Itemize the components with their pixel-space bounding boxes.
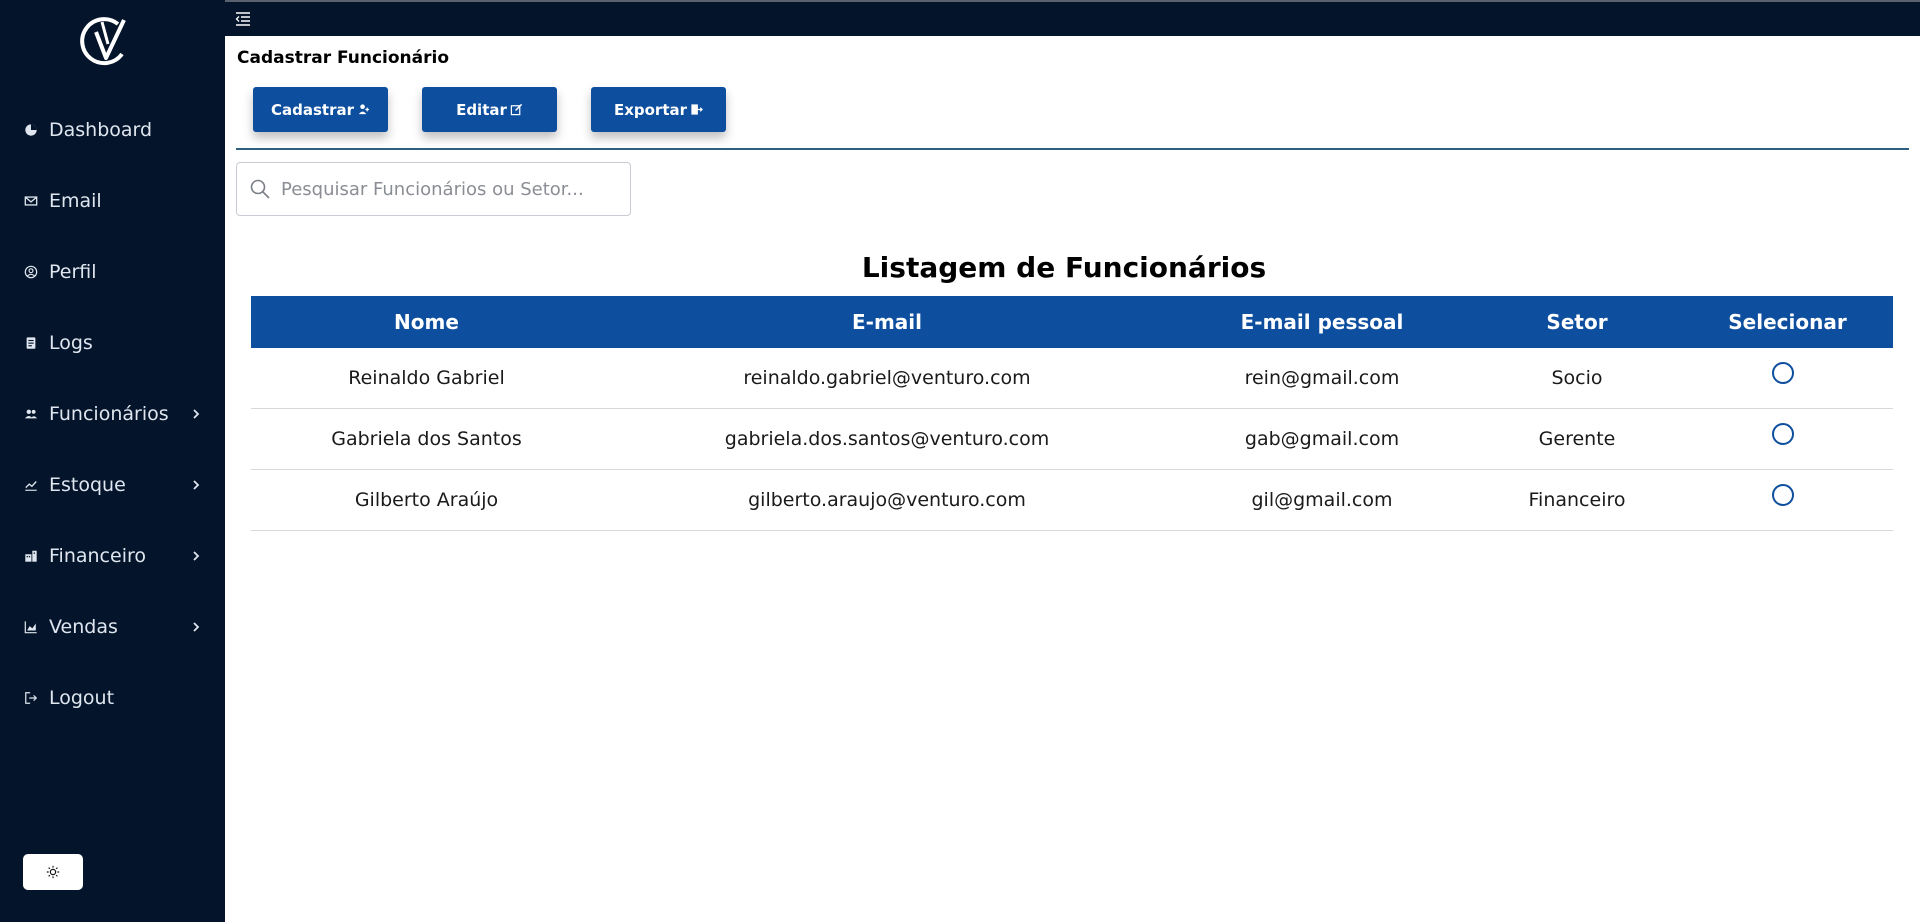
divider <box>236 148 1909 150</box>
sidebar: Dashboard Email Perfil Logs Funcionários <box>0 0 225 922</box>
sidebar-item-label: Logs <box>49 331 93 354</box>
edit-icon <box>510 103 523 116</box>
sidebar-item-logout[interactable]: Logout <box>0 662 225 733</box>
top-bar <box>225 0 1920 36</box>
cadastrar-label: Cadastrar <box>270 100 354 119</box>
cell-setor: Gerente <box>1538 428 1616 450</box>
sidebar-item-label: Financeiro <box>49 544 146 567</box>
menu-toggle-icon[interactable] <box>234 10 252 28</box>
mail-icon <box>23 193 39 209</box>
cell-nome: Gabriela dos Santos <box>331 428 522 450</box>
venturo-logo[interactable] <box>78 14 132 70</box>
building-icon <box>23 548 39 564</box>
cell-nome: Reinaldo Gabriel <box>348 367 505 389</box>
sidebar-item-label: Email <box>49 189 102 212</box>
cell-selecionar <box>1682 409 1893 469</box>
sidebar-item-label: Perfil <box>49 260 97 283</box>
file-icon <box>23 335 39 351</box>
editar-label: Editar <box>456 100 507 119</box>
select-radio[interactable] <box>1771 362 1794 384</box>
cell-email: gilberto.araujo@venturo.com <box>748 489 1026 511</box>
sidebar-item-label: Dashboard <box>49 118 153 141</box>
sidebar-item-vendas[interactable]: Vendas <box>0 591 225 662</box>
cell-email: reinaldo.gabriel@venturo.com <box>743 367 1031 389</box>
sidebar-item-email[interactable]: Email <box>0 165 225 236</box>
exportar-label: Exportar <box>613 100 688 119</box>
page-title: Cadastrar Funcionário <box>237 48 450 68</box>
sidebar-nav: Dashboard Email Perfil Logs Funcionários <box>0 94 225 733</box>
logout-icon <box>23 690 39 706</box>
cell-setor: Socio <box>1551 367 1603 389</box>
chevron-right-icon <box>193 621 200 632</box>
select-radio[interactable] <box>1771 423 1794 445</box>
main-content: Cadastrar Funcionário Cadastrar Editar E… <box>225 36 1920 922</box>
cell-selecionar <box>1682 348 1893 408</box>
pie-chart-icon <box>23 122 39 138</box>
user-circle-icon <box>23 264 39 280</box>
sidebar-item-estoque[interactable]: Estoque <box>0 449 225 520</box>
table-row: Gabriela dos Santos gabriela.dos.santos@… <box>251 409 1893 470</box>
sidebar-item-financeiro[interactable]: Financeiro <box>0 520 225 591</box>
export-file-icon <box>691 104 703 115</box>
editar-button[interactable]: Editar <box>422 87 557 132</box>
sidebar-item-perfil[interactable]: Perfil <box>0 236 225 307</box>
cell-setor: Financeiro <box>1528 489 1626 511</box>
theme-toggle-button[interactable] <box>23 854 83 890</box>
bar-chart-icon <box>23 619 39 635</box>
users-icon <box>23 406 39 422</box>
sidebar-item-label: Estoque <box>49 473 126 496</box>
user-add-icon <box>358 104 370 115</box>
table-row: Reinaldo Gabriel reinaldo.gabriel@ventur… <box>251 348 1893 409</box>
cell-email-pessoal: rein@gmail.com <box>1244 367 1400 389</box>
table-row: Gilberto Araújo gilberto.araujo@venturo.… <box>251 470 1893 531</box>
chevron-right-icon <box>193 479 200 490</box>
select-radio[interactable] <box>1771 484 1794 506</box>
chevron-right-icon <box>193 550 200 561</box>
sun-icon <box>46 865 60 879</box>
sidebar-item-logs[interactable]: Logs <box>0 307 225 378</box>
search-box[interactable] <box>236 162 631 216</box>
trend-icon <box>23 477 39 493</box>
column-header-email-pessoal: E-mail pessoal <box>1240 310 1404 334</box>
cell-email: gabriela.dos.santos@venturo.com <box>724 428 1050 450</box>
search-input[interactable] <box>281 178 621 200</box>
cell-email-pessoal: gil@gmail.com <box>1251 489 1393 511</box>
sidebar-item-label: Logout <box>49 686 115 709</box>
cadastrar-button[interactable]: Cadastrar <box>253 87 388 132</box>
column-header-email: E-mail <box>851 310 922 334</box>
chevron-right-icon <box>193 408 200 419</box>
column-header-nome: Nome <box>394 310 459 334</box>
cell-email-pessoal: gab@gmail.com <box>1244 428 1400 450</box>
sidebar-item-dashboard[interactable]: Dashboard <box>0 94 225 165</box>
cell-nome: Gilberto Araújo <box>354 489 499 511</box>
table-title: Listagem de Funcionários <box>861 251 1267 284</box>
employees-table: Nome E-mail E-mail pessoal Setor Selecio… <box>251 296 1893 531</box>
table-header: Nome E-mail E-mail pessoal Setor Selecio… <box>251 296 1893 348</box>
search-icon <box>250 179 270 199</box>
cell-selecionar <box>1682 470 1893 530</box>
sidebar-item-label: Funcionários <box>49 402 169 425</box>
column-header-setor: Setor <box>1546 310 1608 334</box>
sidebar-item-label: Vendas <box>49 615 118 638</box>
exportar-button[interactable]: Exportar <box>591 87 726 132</box>
column-header-selecionar: Selecionar <box>1728 310 1847 334</box>
sidebar-item-funcionarios[interactable]: Funcionários <box>0 378 225 449</box>
